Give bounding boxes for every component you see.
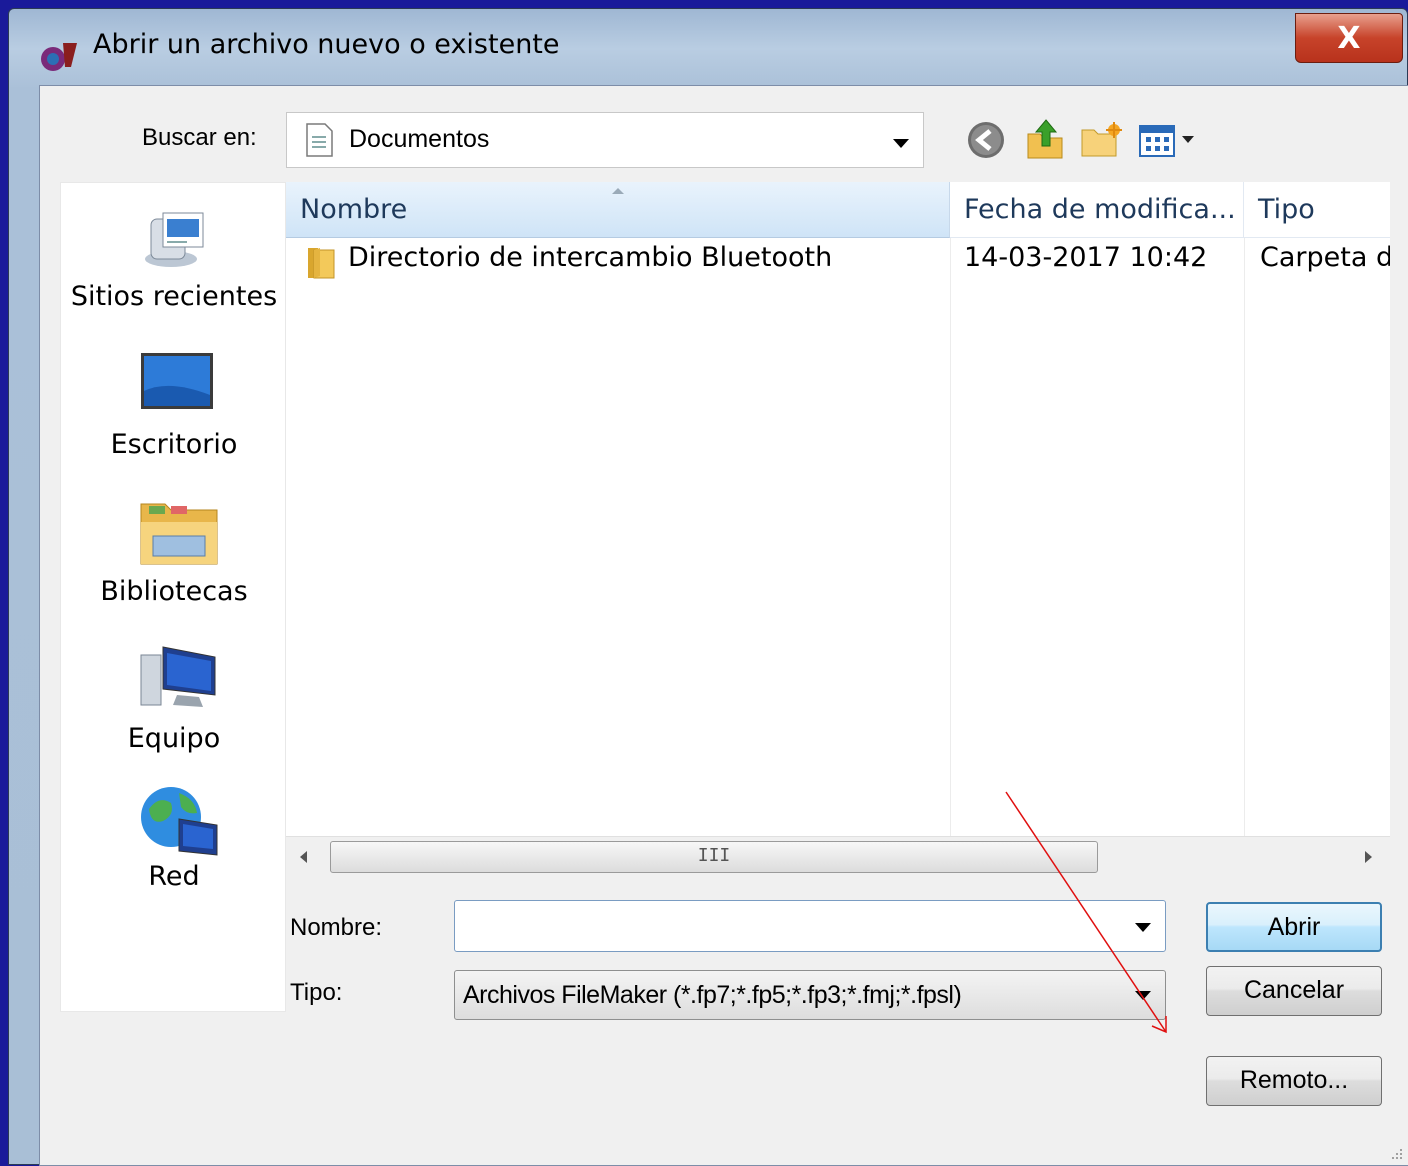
- network-icon: [141, 787, 218, 856]
- folder-icon: [308, 248, 335, 279]
- places-bar: Sitios recientes Escritorio Bibliotecas …: [60, 182, 286, 1012]
- window-title: Abrir un archivo nuevo o existente: [93, 29, 560, 60]
- scroll-thumb[interactable]: III: [330, 841, 1098, 873]
- column-header-type[interactable]: Tipo: [1244, 182, 1390, 238]
- title-bar[interactable]: Abrir un archivo nuevo o existente X: [9, 9, 1407, 87]
- horizontal-scrollbar[interactable]: III: [286, 836, 1390, 876]
- chevron-down-icon[interactable]: [1135, 991, 1151, 1000]
- place-label-libraries: Bibliotecas: [100, 576, 248, 607]
- column-header-date[interactable]: Fecha de modifica...: [950, 182, 1244, 238]
- chevron-down-icon[interactable]: [1135, 923, 1151, 932]
- filename-label: Nombre:: [290, 914, 383, 941]
- column-separator: [1244, 238, 1245, 876]
- lookin-value: Documentos: [349, 125, 490, 153]
- recent-places-icon: [145, 212, 204, 267]
- remote-button[interactable]: Remoto...: [1206, 1056, 1382, 1106]
- filemaker-app-icon: [41, 43, 77, 71]
- cancel-button[interactable]: Cancelar: [1206, 966, 1382, 1016]
- new-folder-icon[interactable]: [1080, 120, 1124, 160]
- close-icon: X: [1337, 20, 1361, 56]
- place-label-computer: Equipo: [127, 723, 221, 754]
- column-separator: [950, 238, 951, 876]
- open-button[interactable]: Abrir: [1206, 902, 1382, 952]
- file-date-cell: 14-03-2017 10:42: [964, 242, 1208, 273]
- computer-icon: [140, 646, 216, 707]
- up-folder-icon[interactable]: [1024, 116, 1066, 162]
- open-file-dialog: Abrir un archivo nuevo o existente X Bus…: [8, 8, 1408, 1166]
- filetype-value: Archivos FileMaker (*.fp7;*.fp5;*.fp3;*.…: [463, 981, 962, 1009]
- lookin-label: Buscar en:: [142, 124, 257, 151]
- sort-ascending-icon: [612, 188, 624, 194]
- place-label-recent: Sitios recientes: [70, 281, 278, 312]
- filename-input[interactable]: [454, 900, 1166, 952]
- document-folder-icon: [306, 123, 333, 157]
- lookin-combo[interactable]: Documentos: [286, 112, 924, 168]
- libraries-icon: [140, 503, 218, 565]
- file-type-cell: Carpeta d: [1260, 242, 1390, 273]
- dialog-client-area: Buscar en: Documentos Sitios recientes E…: [39, 85, 1408, 1166]
- desktop-icon: [141, 353, 213, 409]
- place-label-desktop: Escritorio: [110, 429, 238, 460]
- chevron-down-icon[interactable]: [893, 139, 909, 148]
- place-label-network: Red: [148, 861, 200, 892]
- close-button[interactable]: X: [1295, 13, 1403, 63]
- resize-grip-icon[interactable]: [1388, 1145, 1404, 1161]
- back-icon[interactable]: [966, 120, 1006, 160]
- scroll-left-icon[interactable]: [300, 851, 307, 863]
- column-header-name[interactable]: Nombre: [286, 182, 950, 238]
- view-menu-icon[interactable]: [1138, 124, 1208, 158]
- scroll-right-icon[interactable]: [1365, 851, 1372, 863]
- file-name-cell: Directorio de intercambio Bluetooth: [348, 242, 833, 273]
- file-list: Nombre Fecha de modifica... Tipo Directo…: [286, 182, 1390, 876]
- filetype-label: Tipo:: [290, 979, 343, 1006]
- filetype-select[interactable]: Archivos FileMaker (*.fp7;*.fp5;*.fp3;*.…: [454, 970, 1166, 1020]
